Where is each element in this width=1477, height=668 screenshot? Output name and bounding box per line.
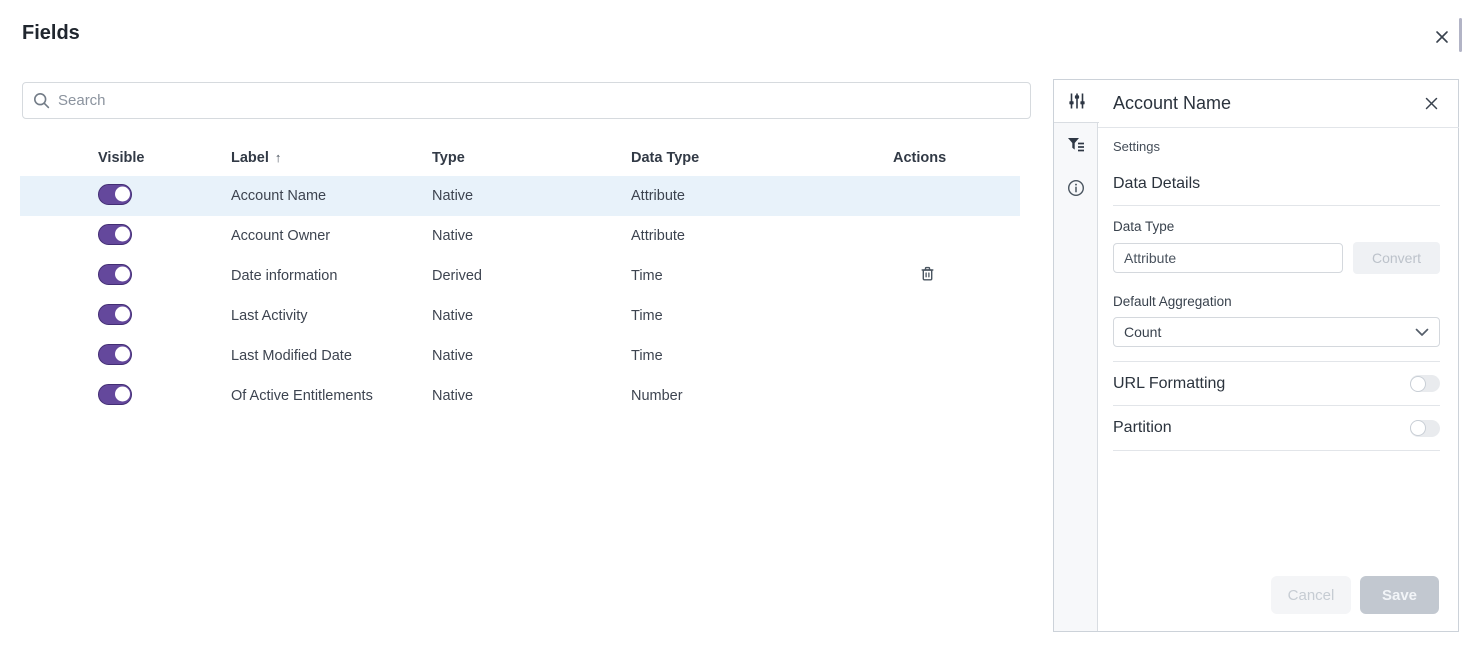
- partition-toggle[interactable]: [1410, 420, 1440, 437]
- default-aggregation-label: Default Aggregation: [1113, 294, 1440, 309]
- data-details-section-header: Data Details: [1113, 175, 1440, 206]
- trash-icon: [919, 265, 936, 283]
- url-formatting-toggle[interactable]: [1410, 375, 1440, 392]
- row-data-type: Number: [631, 388, 893, 404]
- row-data-type: Attribute: [631, 188, 893, 204]
- row-label: Last Modified Date: [231, 348, 432, 364]
- save-button[interactable]: Save: [1360, 576, 1439, 614]
- row-label: Of Active Entitlements: [231, 388, 432, 404]
- section-heading: Data Details: [1113, 175, 1440, 193]
- tab-filter[interactable]: [1054, 123, 1098, 166]
- data-type-input[interactable]: [1113, 243, 1343, 273]
- url-formatting-row: URL Formatting: [1113, 361, 1440, 406]
- row-label: Date information: [231, 268, 432, 284]
- column-header-visible: Visible: [20, 150, 231, 166]
- sliders-icon: [1068, 92, 1086, 110]
- column-header-data-type: Data Type: [631, 150, 893, 166]
- visible-toggle[interactable]: [98, 184, 132, 205]
- column-header-label[interactable]: Label ↑: [231, 150, 432, 166]
- column-header-actions: Actions: [893, 150, 1020, 166]
- row-data-type: Time: [631, 268, 893, 284]
- row-type: Native: [432, 388, 631, 404]
- field-settings-panel: Account Name Settings Data Details Data …: [1053, 79, 1459, 632]
- table-row-date-information[interactable]: Date information Derived Time: [20, 256, 1020, 296]
- sort-asc-icon: ↑: [275, 150, 282, 165]
- tab-info[interactable]: [1054, 166, 1098, 209]
- panel-content: Account Name Settings Data Details Data …: [1098, 80, 1459, 631]
- partition-label: Partition: [1113, 419, 1172, 437]
- panel-header: Account Name: [1098, 80, 1459, 128]
- visible-toggle[interactable]: [98, 304, 132, 325]
- chevron-down-icon: [1415, 328, 1429, 337]
- row-type: Native: [432, 308, 631, 324]
- data-type-label: Data Type: [1113, 219, 1440, 234]
- table-header-row: Visible Label ↑ Type Data Type Actions: [20, 140, 1020, 176]
- row-type: Derived: [432, 268, 631, 284]
- close-icon: [1425, 97, 1438, 110]
- url-formatting-label: URL Formatting: [1113, 375, 1225, 393]
- dialog-close-button[interactable]: [1431, 26, 1453, 48]
- delete-field-button[interactable]: [919, 265, 936, 283]
- table-row-account-owner[interactable]: Account Owner Native Attribute: [20, 216, 1020, 256]
- partition-row: Partition: [1113, 406, 1440, 451]
- search-box: [22, 82, 1031, 119]
- visible-toggle[interactable]: [98, 344, 132, 365]
- row-data-type: Attribute: [631, 228, 893, 244]
- panel-close-button[interactable]: [1421, 94, 1441, 114]
- tab-settings[interactable]: [1054, 80, 1099, 123]
- row-type: Native: [432, 348, 631, 364]
- column-header-label-text: Label: [231, 150, 269, 166]
- search-icon: [33, 92, 50, 109]
- filter-icon: [1067, 137, 1085, 153]
- info-icon: [1067, 179, 1085, 197]
- row-label: Last Activity: [231, 308, 432, 324]
- table-row-of-active-entitlements[interactable]: Of Active Entitlements Native Number: [20, 376, 1020, 416]
- panel-tab-rail: [1054, 80, 1098, 631]
- row-data-type: Time: [631, 348, 893, 364]
- table-row-last-activity[interactable]: Last Activity Native Time: [20, 296, 1020, 336]
- panel-title: Account Name: [1113, 93, 1231, 114]
- row-type: Native: [432, 188, 631, 204]
- row-type: Native: [432, 228, 631, 244]
- convert-button[interactable]: Convert: [1353, 242, 1440, 274]
- selected-aggregation-value: Count: [1124, 324, 1161, 340]
- visible-toggle[interactable]: [98, 264, 132, 285]
- table-row-account-name[interactable]: Account Name Native Attribute: [20, 176, 1020, 216]
- page-title: Fields: [22, 22, 80, 45]
- cancel-button[interactable]: Cancel: [1271, 576, 1351, 614]
- default-aggregation-select[interactable]: Count: [1113, 317, 1440, 347]
- panel-subtitle: Settings: [1113, 139, 1440, 154]
- table-row-last-modified-date[interactable]: Last Modified Date Native Time: [20, 336, 1020, 376]
- close-icon: [1434, 29, 1450, 45]
- visible-toggle[interactable]: [98, 224, 132, 245]
- visible-toggle[interactable]: [98, 384, 132, 405]
- row-label: Account Owner: [231, 228, 432, 244]
- search-input[interactable]: [58, 92, 1020, 109]
- row-label: Account Name: [231, 188, 432, 204]
- row-data-type: Time: [631, 308, 893, 324]
- column-header-type: Type: [432, 150, 631, 166]
- fields-table: Visible Label ↑ Type Data Type Actions Ac…: [20, 140, 1020, 416]
- scrollbar-thumb[interactable]: [1459, 18, 1462, 52]
